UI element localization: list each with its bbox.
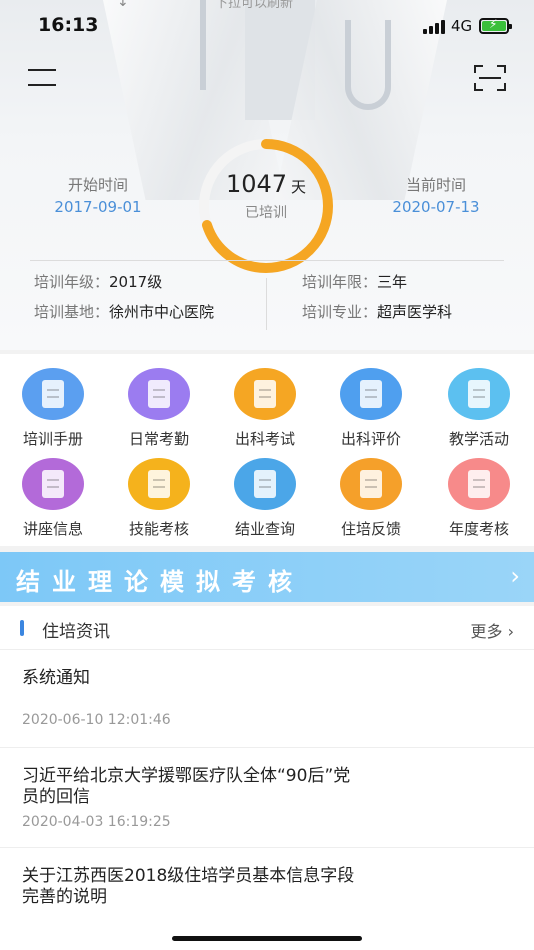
evaluation-icon	[340, 368, 402, 420]
start-time-label: 开始时间	[67, 176, 128, 194]
news-item[interactable]: 系统通知 2020-06-10 12:01:46	[0, 650, 534, 748]
grid-item-label: 讲座信息	[22, 520, 83, 538]
training-progress-ring: 1047 天 已培训	[196, 136, 336, 276]
news-header: 住培资讯 更多 ›	[0, 606, 534, 650]
news-item[interactable]: 关于江苏西医2018级住培学员基本信息字段完善的说明	[0, 848, 534, 910]
news-item-date: 2020-06-10 12:01:46	[22, 712, 171, 728]
news-item[interactable]: 习近平给北京大学援鄂医疗队全体“90后”党员的回信 2020-04-03 16:…	[0, 748, 534, 848]
skill-icon	[128, 458, 190, 510]
home-indicator[interactable]	[172, 936, 362, 941]
bottom-bar	[0, 910, 534, 950]
training-years: 培训年限：三年	[302, 273, 408, 291]
news-item-title: 习近平给北京大学援鄂医疗队全体“90后”党员的回信	[22, 766, 351, 807]
news-item-title: 系统通知	[22, 668, 90, 688]
news-item-title: 关于江苏西医2018级住培学员基本信息字段完善的说明	[22, 866, 355, 907]
news-title: 住培资讯	[42, 622, 110, 642]
grid-item[interactable]: 讲座信息	[0, 446, 106, 538]
current-time-label: 当前时间	[405, 176, 466, 194]
arrow-down-icon: ↓	[117, 0, 129, 10]
flag-icon	[448, 368, 510, 420]
current-date: 2020-07-13	[392, 198, 480, 216]
chevron-right-icon: ›	[510, 562, 520, 590]
more-link[interactable]: 更多 ›	[471, 618, 515, 642]
menu-icon[interactable]	[28, 66, 58, 88]
grid-item-label: 住培反馈	[340, 520, 401, 538]
grid-item[interactable]: 年度考核	[426, 446, 532, 538]
exam-icon	[234, 368, 296, 420]
network-type: 4G	[451, 17, 473, 35]
status-time: 16:13	[38, 14, 99, 36]
battery-icon: ⚡	[479, 17, 512, 34]
grid-item[interactable]: 技能考核	[106, 446, 212, 538]
grid-item-label: 结业查询	[234, 520, 295, 538]
banner-title: 结业理论模拟考核	[16, 568, 304, 596]
divider	[266, 278, 267, 330]
book-icon	[22, 368, 84, 420]
news-item-date: 2020-04-03 16:19:25	[22, 814, 171, 830]
status-bar: ↓ 下拉可以刷新 16:13 4G ⚡	[0, 0, 534, 48]
grid-item[interactable]: 出科评价	[318, 356, 424, 448]
news-section: 住培资讯 更多 › 系统通知 2020-06-10 12:01:46 习近平给北…	[0, 606, 534, 910]
training-major: 培训专业：超声医学科	[302, 303, 453, 321]
start-date: 2017-09-01	[54, 198, 142, 216]
grid-item[interactable]: 培训手册	[0, 356, 106, 448]
signal-icon	[423, 20, 447, 34]
training-grade: 培训年级：2017级	[34, 273, 163, 291]
grid-item-label: 技能考核	[128, 520, 189, 538]
training-base: 培训基地：徐州市中心医院	[34, 303, 215, 321]
lecture-icon	[22, 458, 84, 510]
grid-item[interactable]: 出科考试	[212, 356, 318, 448]
grid-item[interactable]: 日常考勤	[106, 356, 212, 448]
section-marker	[20, 620, 24, 636]
grid-item[interactable]: 住培反馈	[318, 446, 424, 538]
trained-days: 1047 天	[225, 170, 307, 198]
pull-refresh-hint: 下拉可以刷新	[215, 0, 294, 11]
hero-header: ↓ 下拉可以刷新 16:13 4G ⚡ 开始时间 2017-09-01 1047…	[0, 0, 534, 350]
grid-item-label: 年度考核	[448, 520, 509, 538]
divider	[30, 260, 504, 261]
clock-icon	[128, 368, 190, 420]
grid-item[interactable]: 结业查询	[212, 446, 318, 538]
feedback-icon	[340, 458, 402, 510]
search-doc-icon	[234, 458, 296, 510]
function-grid: 培训手册 日常考勤 出科考试 出科评价 教学活动讲座信息 技能考核 结业查询 住培反馈 年度考核	[0, 354, 534, 546]
scan-icon[interactable]	[474, 64, 506, 92]
grid-item[interactable]: 教学活动	[426, 356, 532, 448]
annual-icon	[448, 458, 510, 510]
trained-label: 已培训	[245, 205, 287, 221]
mock-exam-banner[interactable]: 结业理论模拟考核 ›	[0, 552, 534, 602]
